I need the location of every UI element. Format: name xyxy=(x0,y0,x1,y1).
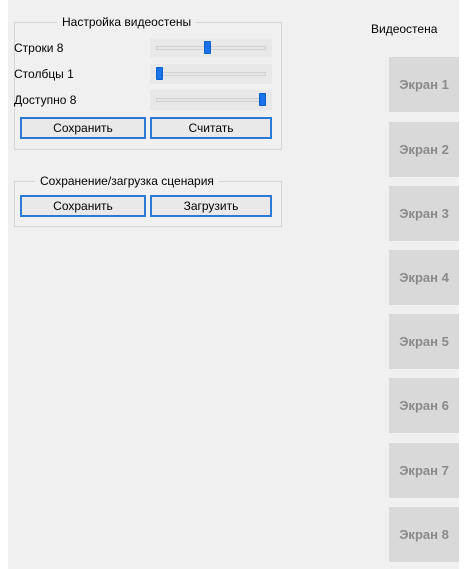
screen-8[interactable]: Экран 8 xyxy=(389,507,459,562)
screen-5[interactable]: Экран 5 xyxy=(389,314,459,369)
screen-2[interactable]: Экран 2 xyxy=(389,122,459,177)
columns-slider-track xyxy=(156,72,266,76)
save-settings-button[interactable]: Сохранить xyxy=(20,117,146,139)
video-wall-title: Видеостена xyxy=(371,22,438,36)
available-label: Доступно 8 xyxy=(14,93,77,107)
columns-label: Столбцы 1 xyxy=(14,67,74,81)
save-scenario-button[interactable]: Сохранить xyxy=(20,195,146,217)
columns-slider-thumb[interactable] xyxy=(156,67,163,80)
screen-4[interactable]: Экран 4 xyxy=(389,250,459,305)
rows-slider-thumb[interactable] xyxy=(204,41,212,54)
screen-1[interactable]: Экран 1 xyxy=(389,57,459,112)
columns-setting: Столбцы 1 xyxy=(14,64,272,84)
screen-3[interactable]: Экран 3 xyxy=(389,186,459,241)
rows-label: Строки 8 xyxy=(14,41,64,55)
available-setting: Доступно 8 xyxy=(14,90,272,110)
available-slider-track xyxy=(156,98,266,102)
available-slider-thumb[interactable] xyxy=(259,93,266,106)
scenario-title: Сохранение/загрузка сценария xyxy=(35,174,219,188)
available-slider[interactable] xyxy=(150,90,272,110)
read-settings-button[interactable]: Считать xyxy=(150,117,272,139)
screen-7[interactable]: Экран 7 xyxy=(389,443,459,498)
video-wall-settings-title: Настройка видеостены xyxy=(57,15,197,29)
columns-slider[interactable] xyxy=(150,64,272,84)
screen-6[interactable]: Экран 6 xyxy=(389,378,459,433)
rows-setting: Строки 8 xyxy=(14,38,272,58)
rows-slider[interactable] xyxy=(150,38,272,58)
load-scenario-button[interactable]: Загрузить xyxy=(150,195,272,217)
